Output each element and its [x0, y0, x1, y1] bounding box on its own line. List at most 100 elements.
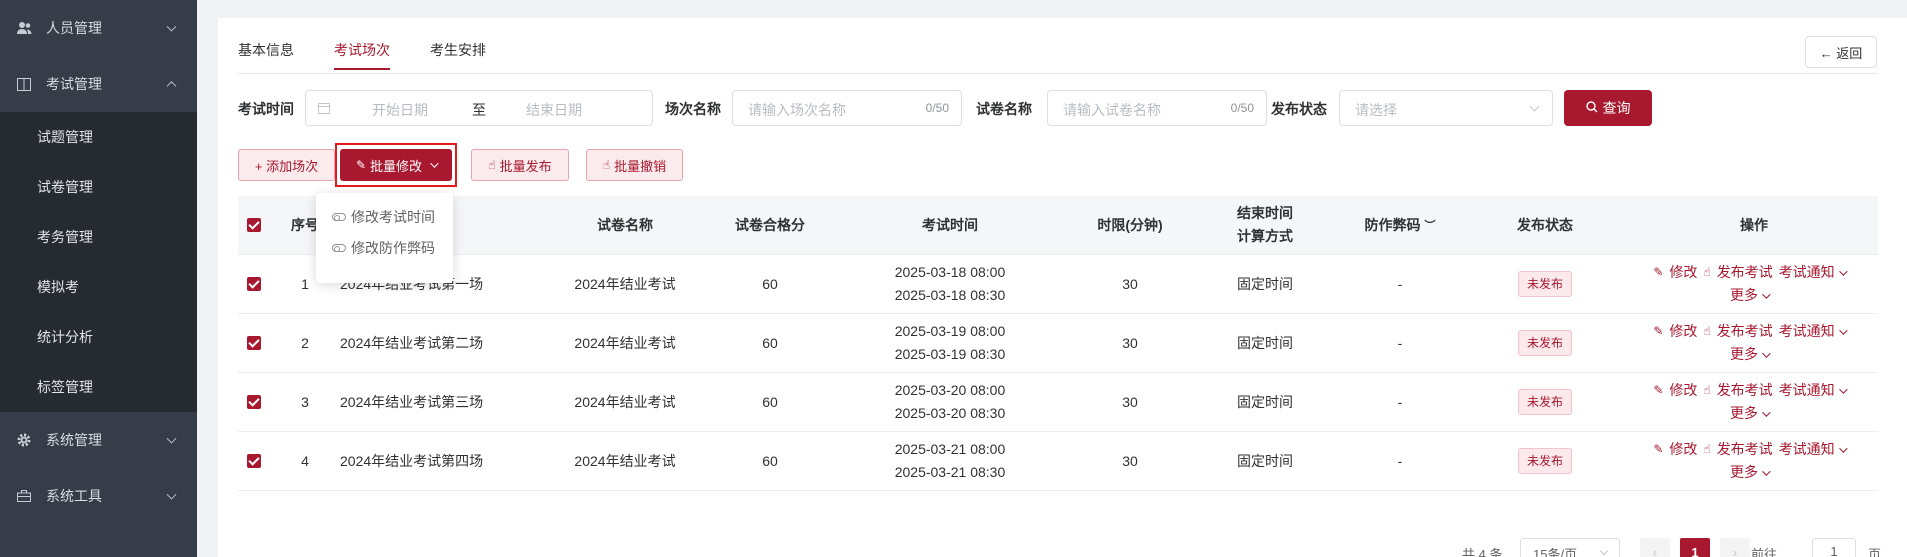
publish-link[interactable]: 发布考试: [1717, 438, 1773, 461]
edit-icon: ✎: [1653, 324, 1664, 338]
row-code: -: [1397, 394, 1403, 410]
submenu-stats[interactable]: 统计分析: [0, 312, 197, 362]
paper-name-input[interactable]: 请输入试卷名称 0/50: [1047, 90, 1267, 126]
tab-exam-sessions[interactable]: 考试场次: [334, 40, 390, 70]
session-name-count: 0/50: [925, 101, 949, 115]
more-link[interactable]: 更多: [1730, 343, 1758, 366]
edit-link[interactable]: 修改: [1669, 438, 1697, 461]
back-button[interactable]: ← 返回: [1805, 36, 1877, 68]
table-row: 3 2024年结业考试第三场 2024年结业考试 60 2025-03-20 0…: [238, 373, 1878, 432]
col-end-calc-line1: 结束时间: [1237, 205, 1293, 221]
row-calc: 固定时间: [1237, 394, 1293, 410]
row-checkbox[interactable]: [238, 277, 270, 291]
row-checkbox[interactable]: [238, 395, 270, 409]
more-link[interactable]: 更多: [1730, 461, 1758, 484]
row-paper: 2024年结业考试: [574, 453, 676, 469]
query-button[interactable]: 查询: [1564, 90, 1652, 126]
select-all-checkbox[interactable]: [238, 218, 270, 232]
notify-link[interactable]: 考试通知: [1779, 261, 1835, 284]
edit-link[interactable]: 修改: [1669, 379, 1697, 402]
table-row: 1 2024年结业考试第一场 2024年结业考试 60 2025-03-18 0…: [238, 255, 1878, 314]
hand-pointer-icon: ☝: [602, 158, 611, 172]
row-session: 2024年结业考试第二场: [340, 335, 484, 351]
add-session-button[interactable]: + 添加场次: [238, 149, 335, 181]
table-header: 序号 试卷名称 试卷合格分 考试时间 时限(分钟) 结束时间 计算方式 防作弊码…: [238, 196, 1878, 255]
chevron-down-icon: [1599, 546, 1609, 556]
publish-link[interactable]: 发布考试: [1717, 379, 1773, 402]
exam-submenu: 试题管理 试卷管理 考务管理 模拟考 统计分析 标签管理: [0, 112, 197, 412]
dropdown-edit-time[interactable]: 修改考试时间: [316, 201, 453, 232]
tab-basic-info[interactable]: 基本信息: [238, 40, 294, 70]
edit-link[interactable]: 修改: [1669, 261, 1697, 284]
row-time: 2025-03-21 08:00 2025-03-21 08:30: [830, 438, 1070, 484]
row-time-start: 2025-03-19 08:00: [894, 323, 1006, 339]
start-date-input[interactable]: 开始日期: [372, 100, 428, 120]
col-status: 发布状态: [1517, 217, 1573, 233]
batch-revoke-button[interactable]: ☝ 批量撤销: [586, 149, 683, 181]
goto-page-input[interactable]: 1: [1812, 538, 1856, 557]
menu-exam[interactable]: 考试管理: [0, 56, 197, 112]
menu-system[interactable]: 系统管理: [0, 412, 197, 468]
row-pass: 60: [762, 276, 778, 292]
page-1-button[interactable]: 1: [1680, 538, 1710, 557]
row-time-end: 2025-03-21 08:30: [894, 464, 1006, 480]
menu-exam-label: 考试管理: [46, 76, 102, 92]
row-checkbox[interactable]: [238, 336, 270, 350]
dropdown-edit-time-label: 修改考试时间: [351, 208, 435, 225]
range-separator: 至: [472, 102, 486, 118]
chevron-down-icon: [1762, 407, 1771, 417]
notify-link[interactable]: 考试通知: [1779, 320, 1835, 343]
batch-publish-button[interactable]: ☝ 批量发布: [471, 149, 569, 181]
menu-people[interactable]: 人员管理: [0, 0, 197, 56]
toolbox-icon: [16, 488, 32, 504]
col-code: 防作弊码 ︶: [1340, 215, 1460, 235]
row-paper: 2024年结业考试: [574, 276, 676, 292]
chevron-down-icon: [1838, 325, 1848, 335]
row-status: 未发布: [1460, 389, 1630, 415]
chevron-down-icon: [1838, 266, 1848, 276]
date-range-picker[interactable]: 开始日期 至 结束日期: [305, 90, 653, 126]
page-size-select[interactable]: 15条/页: [1520, 538, 1620, 557]
row-calc: 固定时间: [1237, 335, 1293, 351]
more-link[interactable]: 更多: [1730, 402, 1758, 425]
row-time-start: 2025-03-18 08:00: [894, 264, 1006, 280]
notify-link[interactable]: 考试通知: [1779, 438, 1835, 461]
eye-closed-icon[interactable]: ︶: [1425, 217, 1436, 233]
status-placeholder: 请选择: [1355, 102, 1397, 118]
end-date-input[interactable]: 结束日期: [526, 100, 582, 120]
row-checkbox[interactable]: [238, 454, 270, 468]
book-icon: [16, 76, 32, 92]
row-session: 2024年结业考试第四场: [340, 453, 484, 469]
session-name-input[interactable]: 请输入场次名称 0/50: [732, 90, 962, 126]
submenu-affairs[interactable]: 考务管理: [0, 212, 197, 262]
submenu-question-bank[interactable]: 试题管理: [0, 112, 197, 162]
prev-page-button[interactable]: ‹: [1640, 538, 1670, 557]
row-status: 未发布: [1460, 271, 1630, 297]
row-status: 未发布: [1460, 330, 1630, 356]
submenu-paper[interactable]: 试卷管理: [0, 162, 197, 212]
col-limit: 时限(分钟): [1097, 217, 1163, 233]
notify-link[interactable]: 考试通知: [1779, 379, 1835, 402]
dropdown-edit-code[interactable]: 修改防作弊码: [316, 232, 453, 263]
batch-edit-dropdown: 修改考试时间 修改防作弊码: [316, 193, 453, 283]
more-link[interactable]: 更多: [1730, 284, 1758, 307]
pager-total: 共 4 条: [1462, 547, 1503, 557]
submenu-tags[interactable]: 标签管理: [0, 362, 197, 412]
col-pass: 试卷合格分: [735, 217, 805, 233]
row-time-start: 2025-03-20 08:00: [894, 382, 1006, 398]
exam-time-label: 考试时间: [238, 101, 294, 117]
next-page-button[interactable]: ›: [1720, 538, 1750, 557]
menu-tools-label: 系统工具: [46, 488, 102, 504]
publish-link[interactable]: 发布考试: [1717, 261, 1773, 284]
tab-candidate-arrange[interactable]: 考生安排: [430, 40, 486, 70]
row-code: -: [1397, 453, 1403, 469]
menu-tools[interactable]: 系统工具: [0, 468, 197, 524]
edit-link[interactable]: 修改: [1669, 320, 1697, 343]
col-paper: 试卷名称: [597, 217, 653, 233]
submenu-mock[interactable]: 模拟考: [0, 262, 197, 312]
page-size-value: 15条/页: [1533, 547, 1578, 557]
status-select[interactable]: 请选择: [1339, 90, 1553, 126]
publish-link[interactable]: 发布考试: [1717, 320, 1773, 343]
row-paper: 2024年结业考试: [574, 335, 676, 351]
chevron-down-icon: [1838, 384, 1848, 394]
